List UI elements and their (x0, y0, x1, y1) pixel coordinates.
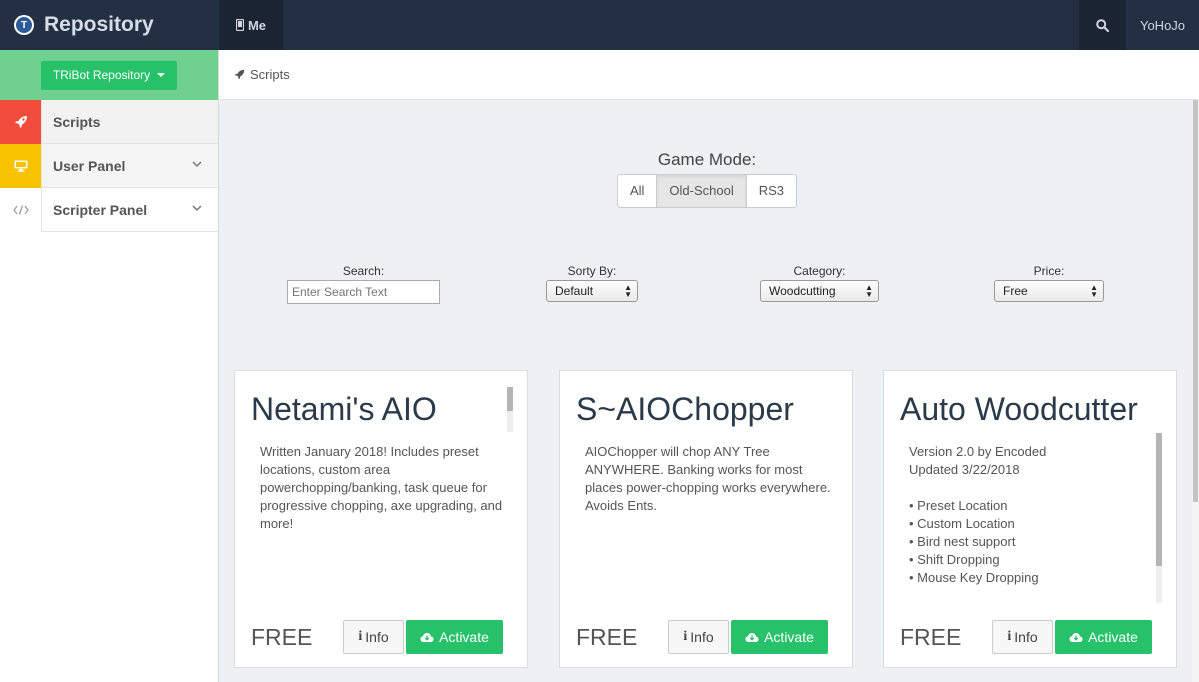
game-mode-all-button[interactable]: All (618, 175, 658, 207)
price-filter: Price: Free ▲ ▼ (994, 264, 1104, 302)
select-arrows-icon: ▲ ▼ (1090, 283, 1098, 299)
script-card: Netami's AIO Written January 2018! Inclu… (234, 370, 528, 668)
brand[interactable]: T Repository (0, 0, 219, 50)
repository-dropdown[interactable]: TRiBot Repository (40, 60, 178, 90)
game-mode-button-group: All Old-School RS3 (616, 174, 798, 208)
game-mode-label: Game Mode: (657, 150, 757, 169)
search-filter: Search: (287, 264, 440, 304)
brand-title: Repository (44, 13, 154, 36)
category-filter: Category: Woodcutting ▲ ▼ (760, 264, 879, 302)
script-description: AIOChopper will chop ANY Tree ANYWHERE. … (585, 444, 831, 513)
script-card: Auto Woodcutter Version 2.0 by Encoded U… (883, 370, 1177, 668)
page-scrollbar[interactable] (1192, 100, 1199, 682)
cloud-download-icon (745, 632, 759, 642)
caret-down-icon (157, 73, 166, 77)
tribot-logo-icon: T (14, 15, 34, 35)
rocket-icon (14, 115, 27, 128)
sort-label: Sorty By: (567, 264, 617, 278)
activate-button[interactable]: Activate (406, 620, 503, 654)
me-tab[interactable]: Me (219, 0, 283, 50)
script-description: Written January 2018! Includes preset lo… (260, 444, 503, 531)
sidebar-item-user-panel[interactable]: User Panel (0, 143, 218, 188)
info-button[interactable]: i Info (668, 620, 729, 654)
script-title[interactable]: S~AIOChopper (576, 391, 794, 428)
top-navbar: T Repository Me YoHoJo (0, 0, 1199, 50)
script-card: S~AIOChopper AIOChopper will chop ANY Tr… (559, 370, 853, 668)
page-scrollbar-thumb[interactable] (1193, 100, 1198, 502)
chevron-down-icon (192, 161, 202, 168)
script-title[interactable]: Auto Woodcutter (900, 391, 1138, 428)
desktop-icon (14, 160, 27, 172)
user-menu[interactable]: YoHoJo (1126, 0, 1199, 50)
search-input[interactable] (287, 280, 440, 304)
sidebar-icon-box (0, 187, 42, 232)
mobile-icon (235, 19, 244, 31)
game-mode-selector: Game Mode: All Old-School RS3 (612, 150, 802, 208)
cloud-download-icon (420, 632, 434, 642)
sidebar-icon-box (0, 99, 42, 144)
main-content: Game Mode: All Old-School RS3 Search: So… (219, 100, 1192, 682)
category-label: Category: (793, 264, 846, 278)
sidebar-icon-box (0, 143, 42, 188)
script-price: FREE (900, 624, 962, 650)
breadcrumb: Scripts (219, 50, 1199, 100)
activate-button-label: Activate (764, 629, 814, 645)
repository-dropdown-label: TRiBot Repository (52, 68, 151, 82)
info-button[interactable]: i Info (343, 620, 404, 654)
script-price: FREE (251, 624, 313, 650)
activate-button[interactable]: Activate (1055, 620, 1152, 654)
code-icon (12, 204, 29, 215)
price-select[interactable]: Free ▲ ▼ (994, 280, 1104, 302)
game-mode-oldschool-button[interactable]: Old-School (657, 175, 747, 207)
search-icon (1096, 18, 1109, 32)
sidebar-item-scripter-panel[interactable]: Scripter Panel (0, 187, 218, 232)
info-button[interactable]: i Info (992, 620, 1053, 654)
rocket-icon (234, 69, 245, 80)
sidebar: TRiBot Repository Scripts User Panel Scr… (0, 50, 219, 682)
sort-select-value: Default (555, 284, 594, 298)
activate-button-label: Activate (439, 629, 489, 645)
script-price: FREE (576, 624, 638, 650)
game-mode-rs3-button[interactable]: RS3 (747, 175, 796, 207)
card-scrollbar-thumb[interactable] (507, 387, 513, 411)
sort-select[interactable]: Default ▲ ▼ (546, 280, 638, 302)
logo-letter: T (16, 17, 32, 33)
category-select[interactable]: Woodcutting ▲ ▼ (760, 280, 879, 302)
activate-button[interactable]: Activate (731, 620, 828, 654)
select-arrows-icon: ▲ ▼ (865, 283, 873, 299)
price-label: Price: (1033, 264, 1065, 278)
sort-filter: Sorty By: Default ▲ ▼ (546, 264, 638, 302)
cloud-download-icon (1069, 632, 1083, 642)
sidebar-item-label: Scripts (53, 113, 101, 130)
search-button[interactable] (1079, 0, 1126, 50)
breadcrumb-scripts[interactable]: Scripts (250, 67, 290, 82)
info-icon: i (358, 629, 363, 644)
category-select-value: Woodcutting (769, 284, 836, 298)
info-icon: i (1007, 629, 1012, 644)
chevron-down-icon (192, 205, 202, 212)
script-description: Version 2.0 by Encoded Updated 3/22/2018… (909, 444, 1047, 585)
activate-button-label: Activate (1088, 629, 1138, 645)
select-arrows-icon: ▲ ▼ (624, 283, 632, 299)
sidebar-item-scripts[interactable]: Scripts (0, 99, 218, 144)
sidebar-header: TRiBot Repository (0, 50, 218, 100)
me-tab-label: Me (247, 17, 267, 33)
info-button-label: Info (365, 629, 389, 645)
info-icon: i (683, 629, 688, 644)
card-scrollbar[interactable] (507, 387, 513, 432)
info-button-label: Info (1014, 629, 1038, 645)
price-select-value: Free (1003, 284, 1028, 298)
info-button-label: Info (690, 629, 714, 645)
search-label: Search: (342, 264, 385, 278)
script-title[interactable]: Netami's AIO (251, 391, 437, 428)
